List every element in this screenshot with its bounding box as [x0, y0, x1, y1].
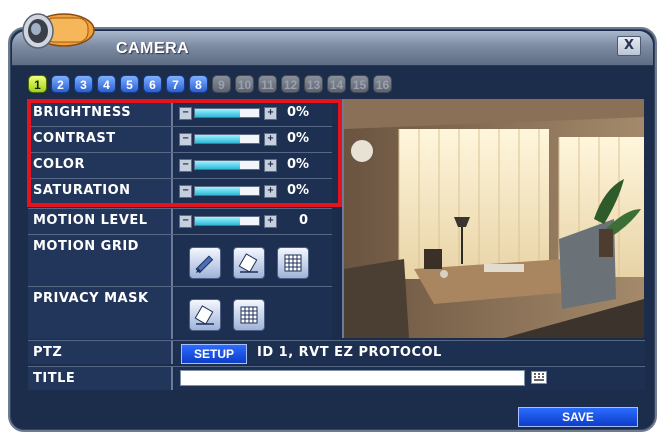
channel-tab-1[interactable]: 1 [28, 75, 47, 93]
highlight-box [27, 99, 342, 207]
keyboard-icon[interactable] [531, 371, 547, 384]
channel-tab-14: 14 [327, 75, 346, 93]
ptz-info: ID 1, RVT EZ PROTOCOL [257, 345, 442, 360]
channel-tab-15: 15 [350, 75, 369, 93]
privacy-mask-select-all-button[interactable] [233, 299, 265, 331]
title-input[interactable] [180, 370, 525, 386]
title-bar: CAMERA X [12, 31, 653, 66]
channel-tab-12: 12 [281, 75, 300, 93]
channel-tab-8[interactable]: 8 [189, 75, 208, 93]
channel-tab-3[interactable]: 3 [74, 75, 93, 93]
window-title: CAMERA [116, 40, 190, 57]
ptz-row: PTZ SETUP ID 1, RVT EZ PROTOCOL [28, 340, 645, 364]
close-button[interactable]: X [617, 36, 641, 56]
channel-tabs: 1 2 3 4 5 6 7 8 9 10 11 12 13 14 15 16 [28, 75, 392, 95]
channel-tab-7[interactable]: 7 [166, 75, 185, 93]
camera-preview [342, 99, 644, 338]
channel-tab-11: 11 [258, 75, 277, 93]
privacy-mask-controls [175, 287, 332, 339]
motion-level-decrease-button[interactable]: − [179, 215, 192, 228]
grid-icon [240, 306, 258, 324]
privacy-mask-erase-button[interactable] [189, 299, 221, 331]
camera-icon [22, 13, 95, 49]
channel-tab-5[interactable]: 5 [120, 75, 139, 93]
title-label: TITLE [33, 371, 76, 386]
privacy-mask-row: PRIVACY MASK [28, 286, 332, 339]
motion-grid-erase-button[interactable] [233, 247, 265, 279]
motion-level-increase-button[interactable]: + [264, 215, 277, 228]
motion-level-label: MOTION LEVEL [33, 213, 148, 228]
title-controls [175, 367, 645, 390]
ptz-setup-button[interactable]: SETUP [181, 344, 247, 364]
motion-level-control: − + 0 [175, 209, 332, 234]
motion-grid-row: MOTION GRID [28, 234, 332, 286]
ptz-label-cell: PTZ [28, 341, 173, 364]
channel-tab-13: 13 [304, 75, 323, 93]
title-label-cell: TITLE [28, 367, 173, 390]
motion-level-row: MOTION LEVEL − + 0 [28, 208, 332, 234]
grid-icon [284, 254, 302, 272]
motion-level-value: 0 [299, 213, 309, 228]
channel-tab-16: 16 [373, 75, 392, 93]
channel-tab-4[interactable]: 4 [97, 75, 116, 93]
motion-grid-draw-button[interactable] [189, 247, 221, 279]
eraser-icon [194, 305, 214, 325]
pencil-icon [195, 255, 214, 274]
ptz-label: PTZ [33, 345, 63, 360]
motion-grid-label: MOTION GRID [33, 239, 139, 254]
motion-grid-label-cell: MOTION GRID [28, 235, 173, 286]
office-scene-image [344, 99, 644, 338]
motion-level-slider-fill [195, 217, 240, 225]
motion-level-label-cell: MOTION LEVEL [28, 209, 173, 234]
channel-tab-9: 9 [212, 75, 231, 93]
motion-grid-controls [175, 235, 332, 286]
channel-tab-6[interactable]: 6 [143, 75, 162, 93]
channel-tab-2[interactable]: 2 [51, 75, 70, 93]
ptz-controls: SETUP ID 1, RVT EZ PROTOCOL [175, 341, 645, 364]
privacy-mask-label-cell: PRIVACY MASK [28, 287, 173, 339]
privacy-mask-label: PRIVACY MASK [33, 291, 149, 306]
motion-level-slider[interactable] [194, 216, 260, 226]
save-button[interactable]: SAVE [518, 407, 638, 427]
title-row: TITLE [28, 366, 645, 390]
motion-grid-select-all-button[interactable] [277, 247, 309, 279]
channel-tab-10: 10 [235, 75, 254, 93]
eraser-icon [238, 253, 258, 273]
